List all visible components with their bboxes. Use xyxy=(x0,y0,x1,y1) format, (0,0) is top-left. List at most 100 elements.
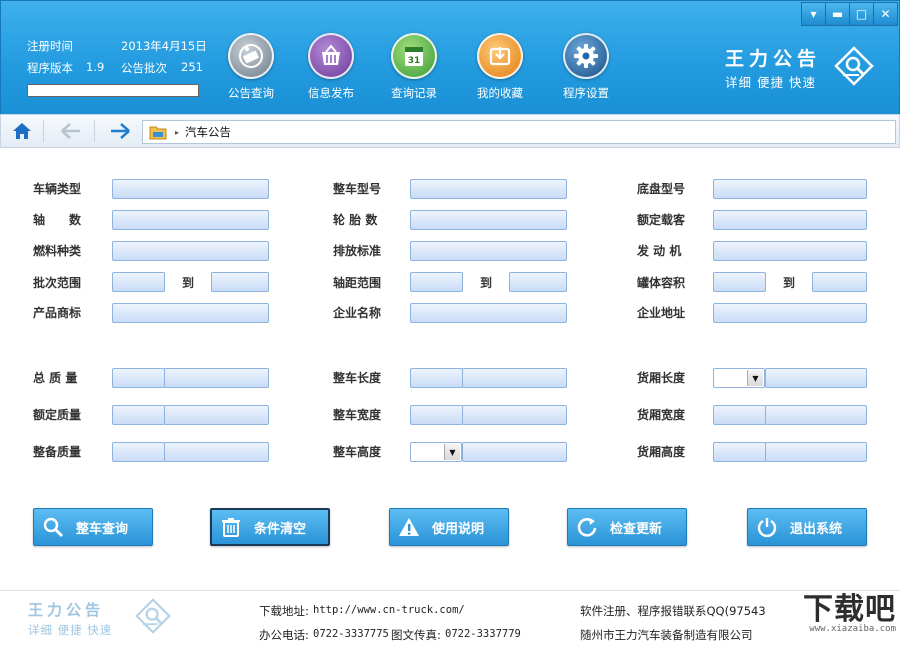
home-icon xyxy=(13,123,31,139)
emission-std-field[interactable] xyxy=(410,241,567,261)
vehicle-length-label: 整车长度 xyxy=(333,371,382,385)
nav-query-history[interactable]: 31 查询记录 xyxy=(378,33,450,101)
cargo-width-label: 货厢宽度 xyxy=(637,408,686,422)
total-mass-from-field[interactable] xyxy=(112,368,165,388)
nav-program-settings[interactable]: 程序设置 xyxy=(550,33,622,101)
wheelbase-from-field[interactable] xyxy=(410,272,463,292)
to-label: 到 xyxy=(182,276,195,290)
reg-time-value: 2013年4月15日 xyxy=(121,39,207,53)
header-logo: 王力公告 详细 便捷 快速 xyxy=(725,44,821,91)
rated-mass-label: 额定质量 xyxy=(33,408,82,422)
header-bar: 注册时间 2013年4月15日 程序版本 1.9 公告批次 251 公告查询 信… xyxy=(0,0,900,114)
watermark-text: 下载吧 xyxy=(803,592,896,627)
basket-icon xyxy=(308,33,354,79)
engine-field[interactable] xyxy=(713,241,867,261)
vehicle-width-to-field[interactable] xyxy=(462,405,567,425)
vehicle-type-field[interactable] xyxy=(112,179,269,199)
vehicle-length-from-field[interactable] xyxy=(410,368,463,388)
company-address-label: 企业地址 xyxy=(637,306,686,320)
complete-model-field[interactable] xyxy=(410,179,567,199)
axle-count-label: 轴 数 xyxy=(33,213,82,227)
cargo-height-label: 货厢高度 xyxy=(637,445,686,459)
version-label: 程序版本 xyxy=(27,61,73,75)
cargo-height-from-field[interactable] xyxy=(713,442,766,462)
favorites-box-icon xyxy=(477,33,523,79)
vehicle-width-label: 整车宽度 xyxy=(333,408,382,422)
cargo-length-field[interactable] xyxy=(765,368,867,388)
home-button[interactable] xyxy=(7,118,37,144)
curb-mass-to-field[interactable] xyxy=(164,442,269,462)
forward-button[interactable] xyxy=(105,118,135,144)
vehicle-length-to-field[interactable] xyxy=(462,368,567,388)
button-label: 退出系统 xyxy=(790,521,843,537)
fax-value: 0722-3337779 xyxy=(445,628,521,640)
curb-mass-from-field[interactable] xyxy=(112,442,165,462)
tank-volume-label: 罐体容积 xyxy=(637,276,686,290)
nav-label: 程序设置 xyxy=(563,86,609,100)
footer-emblem-icon xyxy=(134,597,172,638)
cargo-length-operator-select[interactable]: ▼ xyxy=(713,368,765,388)
fuel-type-field[interactable] xyxy=(112,241,269,261)
watermark-url: www.xiazaiba.com xyxy=(809,624,896,634)
window-close-button[interactable]: ✕ xyxy=(874,2,898,26)
total-mass-label: 总 质 量 xyxy=(33,371,78,385)
chassis-model-label: 底盘型号 xyxy=(637,182,686,196)
address-field[interactable]: ▸ 汽车公告 xyxy=(142,120,896,144)
breadcrumb-separator-icon: ▸ xyxy=(175,127,180,137)
refresh-icon xyxy=(576,516,598,538)
cargo-width-from-field[interactable] xyxy=(713,405,766,425)
breadcrumb: 汽车公告 xyxy=(185,125,232,139)
download-url-link[interactable]: http://www.cn-truck.com/ xyxy=(313,604,465,616)
chevron-down-icon: ▼ xyxy=(444,444,460,460)
svg-text:31: 31 xyxy=(408,56,421,66)
brand-field[interactable] xyxy=(112,303,269,323)
logo-emblem-icon xyxy=(833,45,875,90)
batch-range-from-field[interactable] xyxy=(112,272,165,292)
rated-passengers-label: 额定载客 xyxy=(637,213,686,227)
tire-count-label: 轮 胎 数 xyxy=(333,213,378,227)
cargo-width-to-field[interactable] xyxy=(765,405,867,425)
tank-volume-from-field[interactable] xyxy=(713,272,766,292)
vehicle-search-button[interactable]: 整车查询 xyxy=(33,508,153,546)
rated-mass-to-field[interactable] xyxy=(164,405,269,425)
total-mass-to-field[interactable] xyxy=(164,368,269,388)
rated-mass-from-field[interactable] xyxy=(112,405,165,425)
tire-count-field[interactable] xyxy=(410,210,567,230)
vehicle-height-field[interactable] xyxy=(462,442,567,462)
nav-label: 我的收藏 xyxy=(477,86,523,100)
check-update-button[interactable]: 检查更新 xyxy=(567,508,687,546)
wheelbase-to-field[interactable] xyxy=(509,272,567,292)
vehicle-height-operator-select[interactable]: ▼ xyxy=(410,442,462,462)
forward-arrow-icon xyxy=(111,123,130,139)
axle-count-field[interactable] xyxy=(112,210,269,230)
batch-range-to-field[interactable] xyxy=(211,272,269,292)
chevron-down-icon: ▼ xyxy=(747,370,763,386)
nav-my-favorites[interactable]: 我的收藏 xyxy=(464,33,536,101)
company-name-label: 企业名称 xyxy=(333,306,382,320)
footer-logo-subtitle: 详细 便捷 快速 xyxy=(28,623,113,637)
complete-model-label: 整车型号 xyxy=(333,182,382,196)
window-minimize-button[interactable]: ▬ xyxy=(826,2,850,26)
window-menu-button[interactable]: ▾ xyxy=(801,2,826,26)
power-icon xyxy=(756,516,778,538)
rated-passengers-field[interactable] xyxy=(713,210,867,230)
cargo-height-to-field[interactable] xyxy=(765,442,867,462)
back-button[interactable] xyxy=(56,118,86,144)
nav-info-publish[interactable]: 信息发布 xyxy=(295,33,367,101)
company-name-field[interactable] xyxy=(410,303,567,323)
vehicle-width-from-field[interactable] xyxy=(410,405,463,425)
footer: 王力公告 详细 便捷 快速 下载地址: http://www.cn-truck.… xyxy=(0,590,900,650)
trash-icon xyxy=(220,516,242,538)
window-maximize-button[interactable]: □ xyxy=(850,2,874,26)
to-label: 到 xyxy=(783,276,796,290)
company-address-field[interactable] xyxy=(713,303,867,323)
magnifier-icon xyxy=(42,516,64,538)
user-manual-button[interactable]: 使用说明 xyxy=(389,508,509,546)
nav-announcement-search[interactable]: 公告查询 xyxy=(215,33,287,101)
tank-volume-to-field[interactable] xyxy=(812,272,867,292)
exit-system-button[interactable]: 退出系统 xyxy=(747,508,867,546)
chassis-model-field[interactable] xyxy=(713,179,867,199)
address-bar: ▸ 汽车公告 xyxy=(0,114,900,148)
clear-conditions-button[interactable]: 条件清空 xyxy=(210,508,330,546)
nav-label: 公告查询 xyxy=(228,86,274,100)
